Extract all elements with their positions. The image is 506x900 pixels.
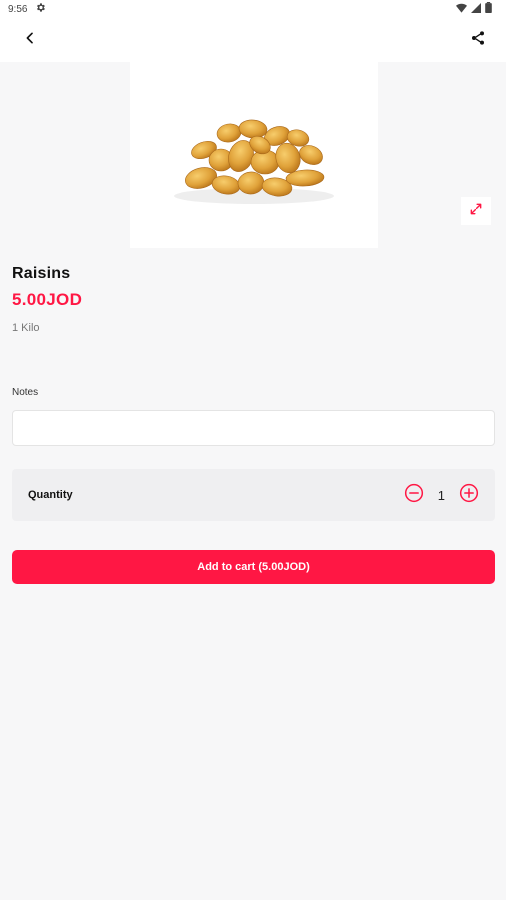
quantity-card: Quantity 1 — [12, 469, 495, 521]
chevron-left-icon — [23, 31, 37, 50]
status-bar: 9:56 — [0, 0, 506, 18]
quantity-label: Quantity — [28, 489, 73, 501]
notes-label: Notes — [12, 387, 39, 398]
back-button[interactable] — [16, 26, 44, 54]
wifi-icon — [456, 3, 467, 16]
decrement-button[interactable] — [404, 483, 424, 508]
share-button[interactable] — [464, 26, 492, 54]
quantity-stepper: 1 — [404, 483, 479, 508]
product-price: 5.00JOD — [12, 290, 83, 309]
minus-circle-icon — [404, 483, 423, 502]
add-to-cart-button[interactable]: Add to cart (5.00JOD) — [12, 550, 495, 584]
plus-circle-icon — [459, 483, 479, 502]
product-image — [130, 62, 378, 248]
gear-icon — [35, 2, 46, 16]
increment-button[interactable] — [459, 483, 479, 508]
product-name: Raisins — [12, 265, 71, 282]
quantity-value: 1 — [437, 487, 445, 503]
expand-icon — [469, 202, 483, 221]
raisins-photo — [174, 119, 334, 204]
notes-field[interactable] — [12, 410, 495, 446]
app-bar — [0, 18, 506, 62]
expand-image-button[interactable] — [461, 197, 491, 225]
cell-signal-icon — [471, 2, 481, 16]
status-right — [456, 2, 492, 16]
status-left: 9:56 — [8, 2, 46, 16]
status-time: 9:56 — [8, 3, 28, 15]
share-icon — [470, 30, 486, 51]
product-unit: 1 Kilo — [12, 322, 40, 334]
battery-icon — [485, 2, 492, 16]
